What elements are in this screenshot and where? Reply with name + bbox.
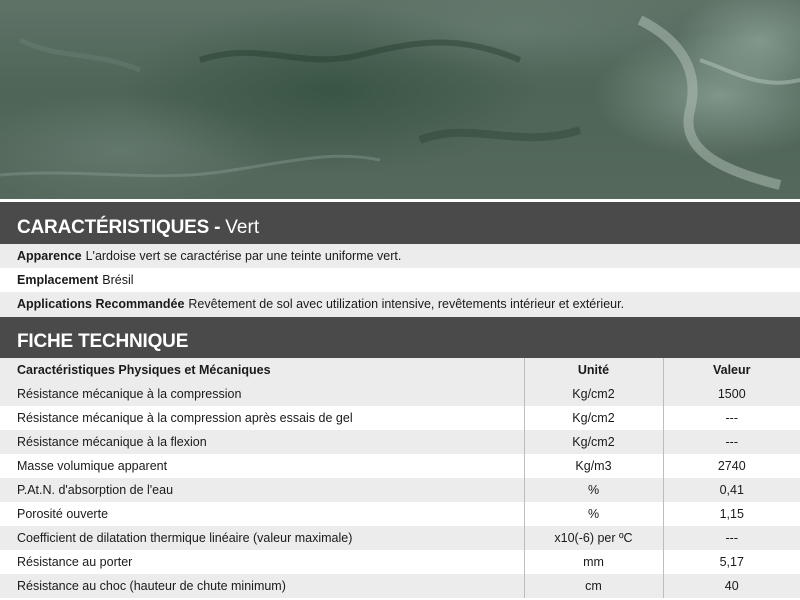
info-value: Revêtement de sol avec utilization inten… bbox=[188, 297, 625, 311]
table-cell: Kg/cm2 bbox=[523, 430, 663, 454]
fiche-technique-title: FICHE TECHNIQUE bbox=[17, 331, 189, 352]
column-header: Unité bbox=[523, 358, 663, 382]
info-value: L'ardoise vert se caractérise par une te… bbox=[85, 249, 402, 263]
table-cell: % bbox=[523, 502, 663, 526]
table-cell: mm bbox=[523, 550, 663, 574]
table-row: Résistance mécanique à la compression ap… bbox=[0, 406, 800, 430]
info-label: Apparence bbox=[17, 249, 82, 263]
table-cell: x10(-6) per ºC bbox=[523, 526, 663, 550]
table-cell: Kg/cm2 bbox=[523, 406, 663, 430]
table-cell: Kg/cm2 bbox=[523, 382, 663, 406]
table-cell: Coefficient de dilatation thermique liné… bbox=[17, 531, 353, 545]
info-row-apparence: Apparence L'ardoise vert se caractérise p… bbox=[0, 244, 800, 268]
table-row: Coefficient de dilatation thermique liné… bbox=[0, 526, 800, 550]
table-cell: 5,17 bbox=[662, 550, 800, 574]
table-cell: 0,41 bbox=[662, 478, 800, 502]
info-value: Brésil bbox=[102, 273, 134, 287]
table-cell: Résistance mécanique à la compression bbox=[17, 387, 242, 401]
column-header: Caractéristiques Physiques et Mécaniques bbox=[17, 363, 271, 377]
column-header: Valeur bbox=[662, 358, 800, 382]
table-cell: Masse volumique apparent bbox=[17, 459, 168, 473]
table-cell: Résistance au porter bbox=[17, 555, 133, 569]
hero-divider bbox=[0, 199, 800, 201]
table-header-row: Caractéristiques Physiques et Mécaniques… bbox=[0, 358, 800, 382]
slate-texture-veins bbox=[0, 15, 800, 190]
table-row: Résistance mécanique à la compression Kg… bbox=[0, 382, 800, 406]
table-cell: --- bbox=[662, 526, 800, 550]
caracteristiques-title: CARACTÉRISTIQUES - bbox=[17, 217, 221, 238]
table-cell: Résistance mécanique à la flexion bbox=[17, 435, 207, 449]
table-row: P.At.N. d'absorption de l'eau % 0,41 bbox=[0, 478, 800, 502]
table-row: Résistance au choc (hauteur de chute min… bbox=[0, 574, 800, 598]
table-cell: cm bbox=[523, 574, 663, 598]
table-cell: 40 bbox=[662, 574, 800, 598]
table-cell: P.At.N. d'absorption de l'eau bbox=[17, 483, 174, 497]
info-label: Applications Recommandée bbox=[17, 297, 185, 311]
table-row: Masse volumique apparent Kg/m3 2740 bbox=[0, 454, 800, 478]
slate-texture-image bbox=[0, 0, 800, 200]
table-row: Résistance mécanique à la flexion Kg/cm2… bbox=[0, 430, 800, 454]
table-cell: 1,15 bbox=[662, 502, 800, 526]
table-cell: 2740 bbox=[662, 454, 800, 478]
info-row-emplacement: Emplacement Brésil bbox=[0, 268, 800, 292]
table-cell: 1500 bbox=[662, 382, 800, 406]
table-cell: Kg/m3 bbox=[523, 454, 663, 478]
table-row: Résistance au porter mm 5,17 bbox=[0, 550, 800, 574]
fiche-technique-table: Caractéristiques Physiques et Mécaniques… bbox=[0, 358, 800, 598]
table-cell: Porosité ouverte bbox=[17, 507, 109, 521]
fiche-technique-header: FICHE TECHNIQUE bbox=[0, 317, 800, 358]
table-cell: Résistance au choc (hauteur de chute min… bbox=[17, 579, 286, 593]
caracteristiques-header: CARACTÉRISTIQUES - Vert bbox=[0, 202, 800, 244]
info-row-applications: Applications Recommandée Revêtement de so… bbox=[0, 292, 800, 317]
table-cell: --- bbox=[662, 430, 800, 454]
table-row: Porosité ouverte % 1,15 bbox=[0, 502, 800, 526]
info-label: Emplacement bbox=[17, 273, 99, 287]
table-cell: --- bbox=[662, 406, 800, 430]
caracteristiques-color: Vert bbox=[225, 217, 260, 238]
table-cell: % bbox=[523, 478, 663, 502]
table-cell: Résistance mécanique à la compression ap… bbox=[17, 411, 353, 425]
